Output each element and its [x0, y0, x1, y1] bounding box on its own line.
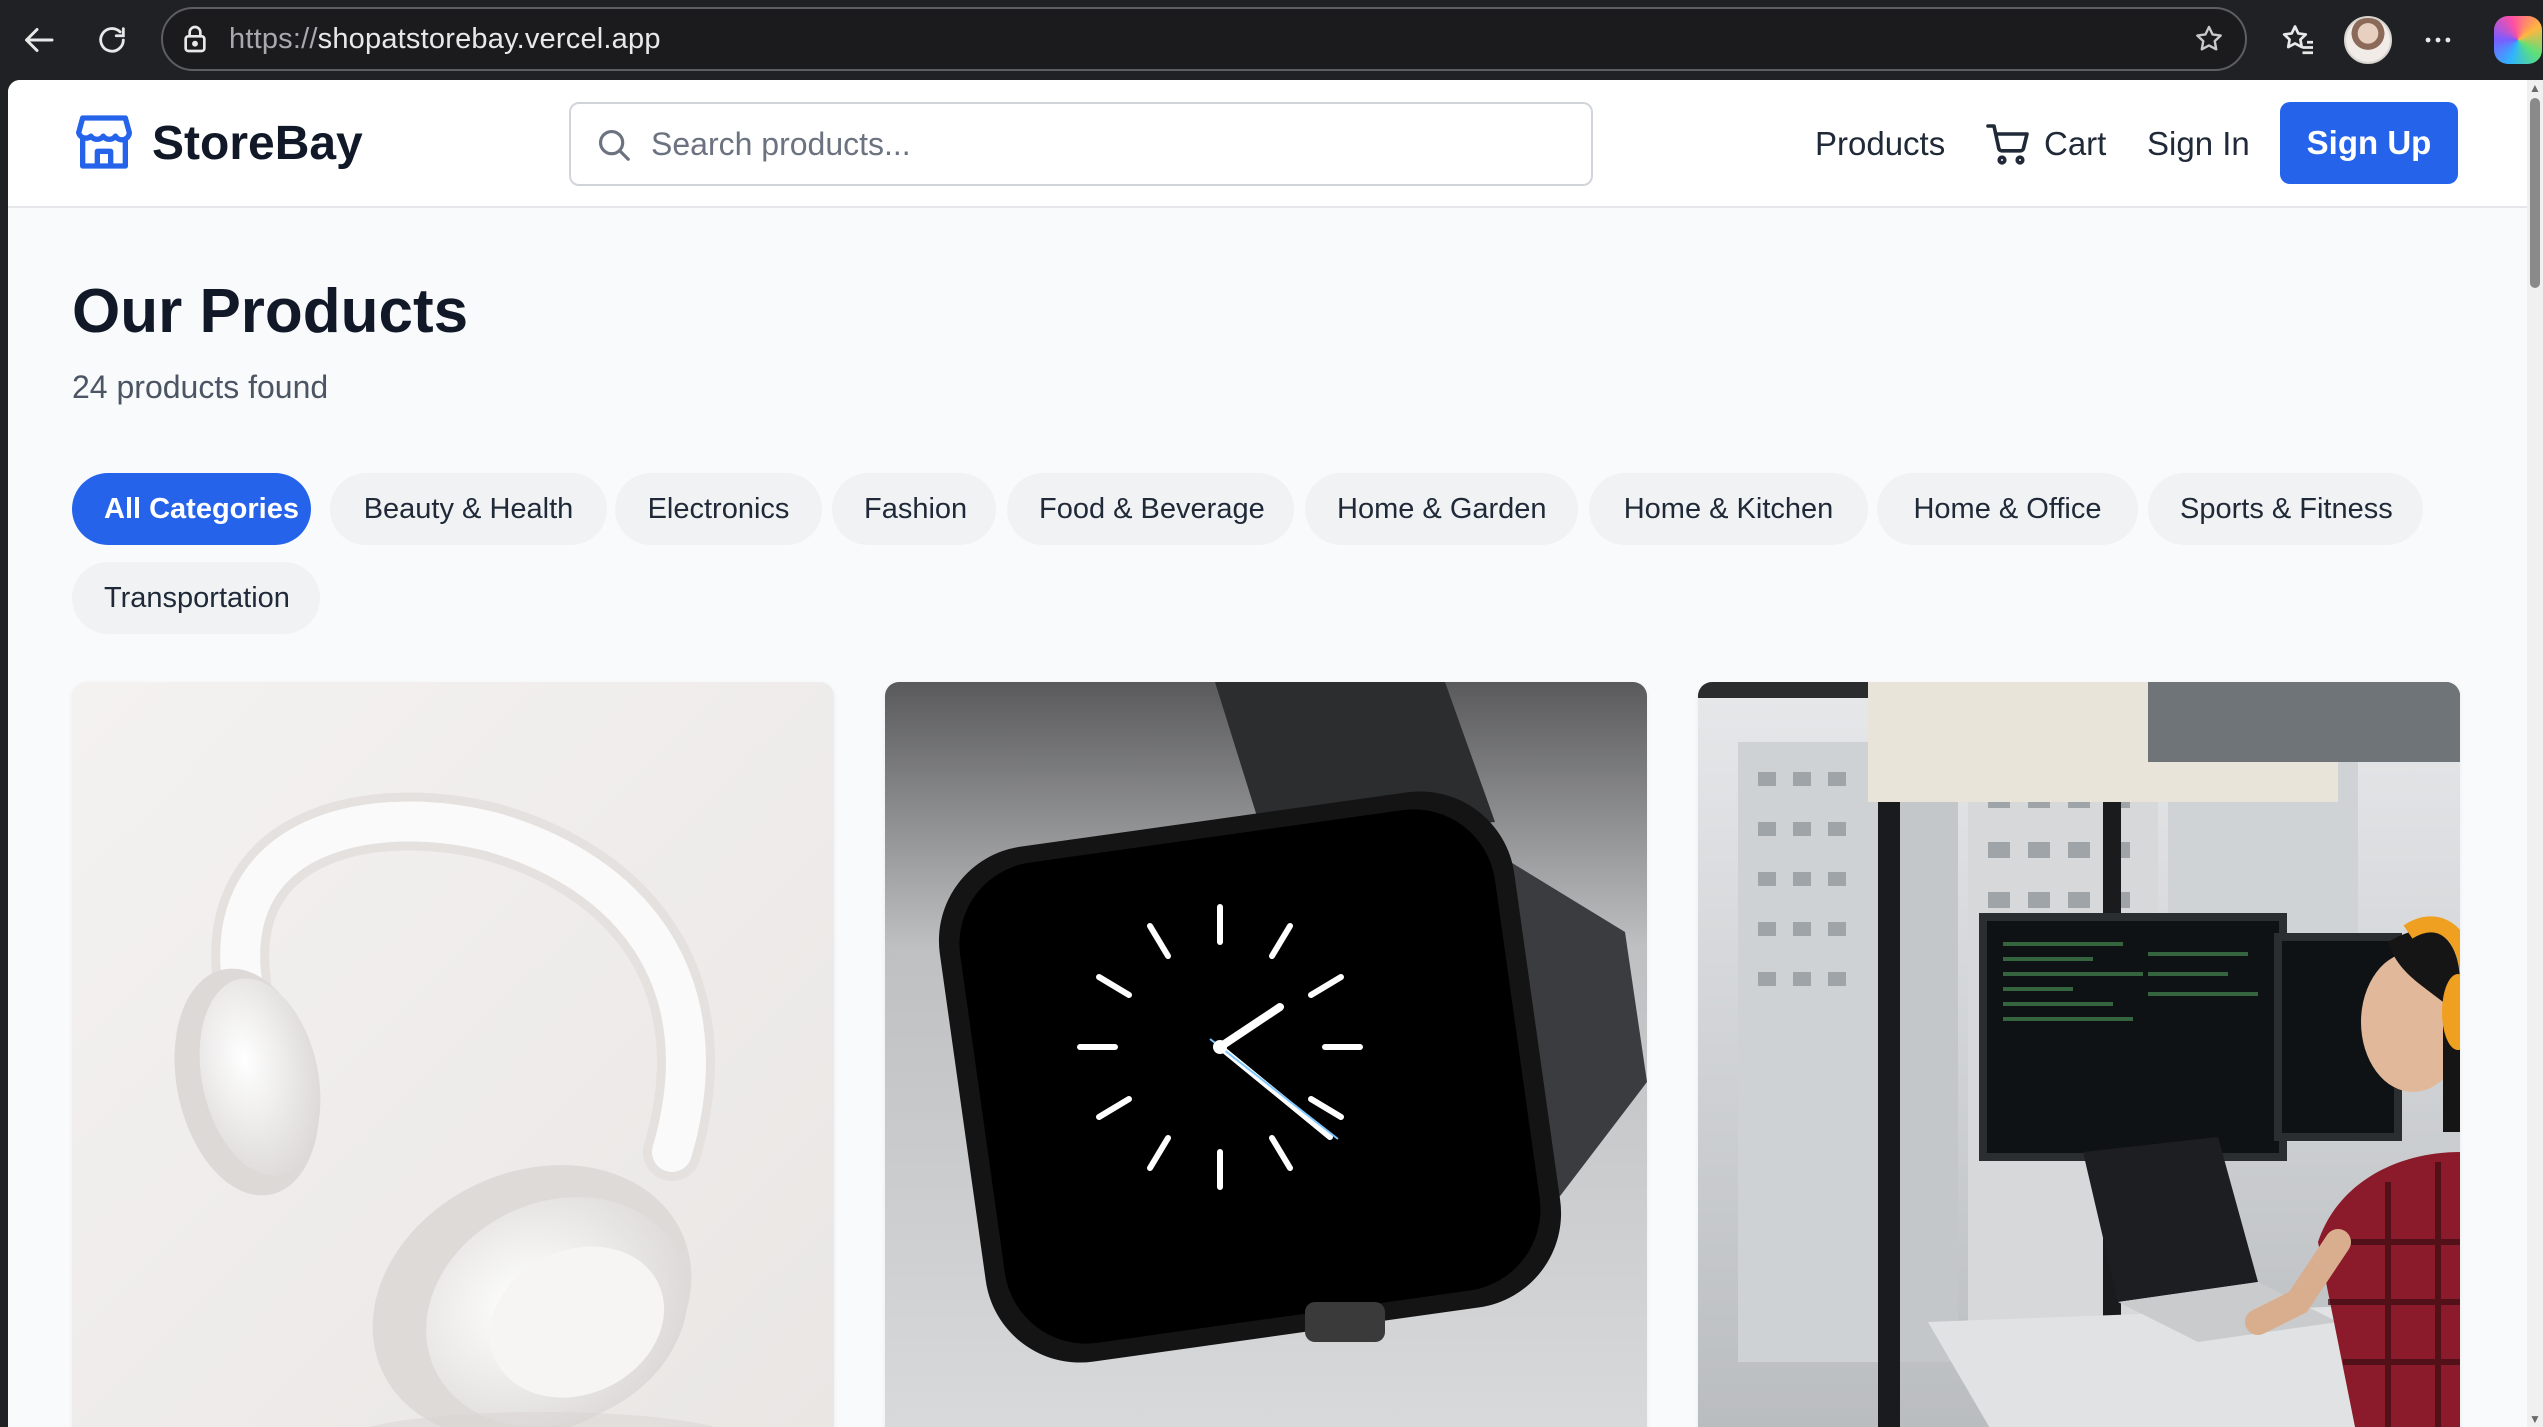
browser-toolbar: https://shopatstorebay.vercel.app — [0, 0, 2543, 80]
product-count: 24 products found — [72, 369, 329, 405]
category-chip-transportation[interactable]: Transportation — [72, 562, 320, 634]
category-chip-beauty-health[interactable]: Beauty & Health — [330, 473, 607, 545]
favorites-button[interactable] — [2270, 12, 2326, 68]
category-chip-all[interactable]: All Categories — [72, 473, 311, 545]
back-arrow-icon — [25, 28, 54, 52]
product-image-smart-watch — [885, 682, 1647, 1427]
scroll-thumb[interactable] — [2530, 98, 2540, 288]
category-chip-home-kitchen[interactable]: Home & Kitchen — [1589, 473, 1868, 545]
reload-icon — [99, 27, 125, 53]
page-viewport: StoreBay Products Cart Sign In Sign Up O… — [8, 80, 2527, 1427]
back-button[interactable] — [12, 12, 68, 68]
scroll-up-icon[interactable]: ▲ — [2529, 82, 2541, 94]
address-bar[interactable]: https://shopatstorebay.vercel.app — [161, 7, 2247, 71]
product-card-smart-watch[interactable] — [885, 682, 1647, 1427]
nav-products-link[interactable]: Products — [1815, 114, 1945, 174]
search-input[interactable] — [651, 104, 1571, 184]
sign-in-link[interactable]: Sign In — [2147, 114, 2250, 174]
product-image-headphones — [72, 682, 834, 1427]
store-icon[interactable] — [72, 110, 136, 174]
star-icon[interactable] — [2193, 23, 2225, 55]
product-card-headphones[interactable] — [72, 682, 834, 1427]
product-card-developer-workstation[interactable] — [1698, 682, 2460, 1427]
url-text[interactable]: https://shopatstorebay.vercel.app — [229, 9, 661, 69]
profile-avatar[interactable] — [2344, 16, 2392, 64]
page-title: Our Products — [72, 277, 469, 346]
category-chip-food-beverage[interactable]: Food & Beverage — [1007, 473, 1294, 545]
lock-icon[interactable] — [179, 23, 211, 55]
cart-icon[interactable] — [1984, 120, 2032, 168]
sign-up-button[interactable]: Sign Up — [2280, 102, 2458, 184]
scroll-down-icon[interactable]: ▼ — [2529, 1413, 2541, 1425]
favorites-icon — [2282, 25, 2313, 55]
search-icon — [598, 129, 630, 161]
product-image-developer-workstation — [1698, 682, 2460, 1427]
category-chip-home-office[interactable]: Home & Office — [1877, 473, 2138, 545]
category-chip-fashion[interactable]: Fashion — [832, 473, 996, 545]
more-button[interactable] — [2410, 12, 2466, 68]
site-header: StoreBay Products Cart Sign In Sign Up — [8, 80, 2527, 208]
page-scrollbar[interactable]: ▲ ▼ — [2527, 80, 2543, 1427]
brand-name[interactable]: StoreBay — [152, 114, 363, 174]
nav-cart-link[interactable]: Cart — [2044, 114, 2106, 174]
copilot-icon[interactable] — [2494, 16, 2542, 64]
url-host: shopatstorebay.vercel.app — [317, 23, 661, 55]
category-chip-home-garden[interactable]: Home & Garden — [1305, 473, 1578, 545]
reload-button[interactable] — [84, 12, 140, 68]
category-chip-sports-fitness[interactable]: Sports & Fitness — [2148, 473, 2423, 545]
search-box[interactable] — [569, 102, 1593, 186]
more-icon — [2425, 37, 2451, 43]
category-chip-electronics[interactable]: Electronics — [615, 473, 822, 545]
url-protocol: https:// — [229, 23, 318, 55]
